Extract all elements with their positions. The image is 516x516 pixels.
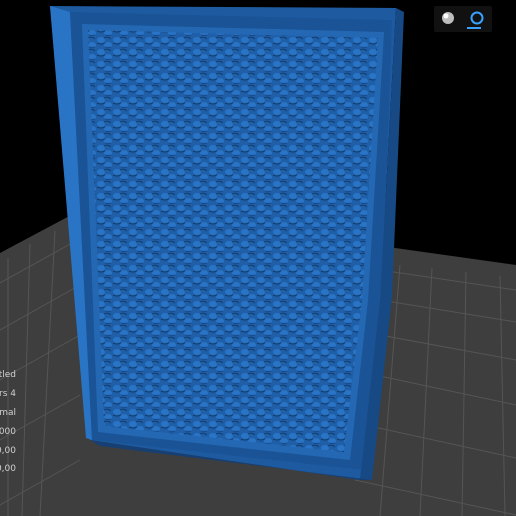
3d-viewport[interactable] [0, 0, 516, 516]
info-material: 0,00 [0, 446, 16, 456]
info-layers: 3000 [0, 427, 16, 437]
info-cost: 0,00 [0, 464, 16, 474]
textured-panel-model[interactable] [50, 6, 404, 480]
info-profile: rmal [0, 408, 16, 418]
print-info-panel: tled ars 4 rmal 3000 0,00 0,00 n29s [0, 366, 26, 476]
info-name: tled [0, 370, 16, 380]
view-mode-toolbar [434, 6, 492, 32]
sphere-shaded-icon [442, 12, 454, 24]
info-printer: ars 4 [0, 389, 16, 399]
shaded-view-button[interactable] [434, 6, 463, 32]
active-view-indicator [467, 27, 481, 29]
ring-wireframe-icon [470, 11, 484, 25]
